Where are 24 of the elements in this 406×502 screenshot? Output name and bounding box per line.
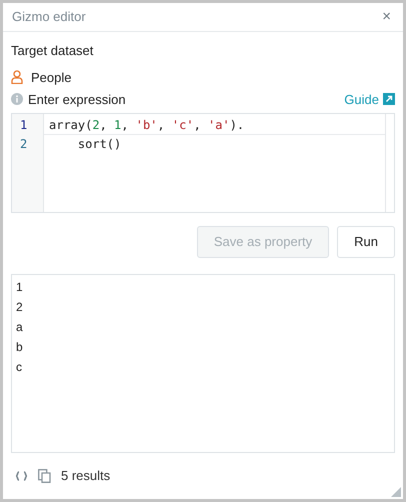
dataset-name: People — [31, 70, 72, 85]
window-title: Gizmo editor — [12, 9, 86, 24]
line-number: 1 — [19, 116, 28, 134]
run-button[interactable]: Run — [337, 226, 395, 258]
result-count: 5 results — [61, 468, 110, 484]
result-item: 2 — [16, 298, 24, 316]
code-line: array(2, 1, 'b', 'c', 'a'). — [44, 116, 385, 135]
braces-icon[interactable] — [15, 470, 28, 481]
close-button[interactable]: × — [382, 8, 391, 26]
field-label: Enter expression — [28, 92, 126, 107]
external-link-icon — [383, 93, 395, 106]
field-label: Target dataset — [11, 42, 94, 58]
person-icon — [11, 70, 23, 84]
guide-link[interactable]: Guide — [344, 92, 395, 107]
info-icon — [11, 93, 23, 106]
result-item: a — [16, 318, 24, 336]
result-item: 1 — [16, 278, 24, 296]
result-item: c — [16, 358, 23, 376]
line-number: 2 — [19, 136, 28, 153]
code-editor[interactable]: 1 2 array(2, 1, 'b', 'c', 'a'). sort() — [11, 112, 395, 213]
code-line: sort() — [76, 136, 122, 153]
copy-icon[interactable] — [38, 468, 51, 483]
resize-handle-icon[interactable] — [391, 487, 401, 497]
result-item: b — [16, 338, 24, 356]
